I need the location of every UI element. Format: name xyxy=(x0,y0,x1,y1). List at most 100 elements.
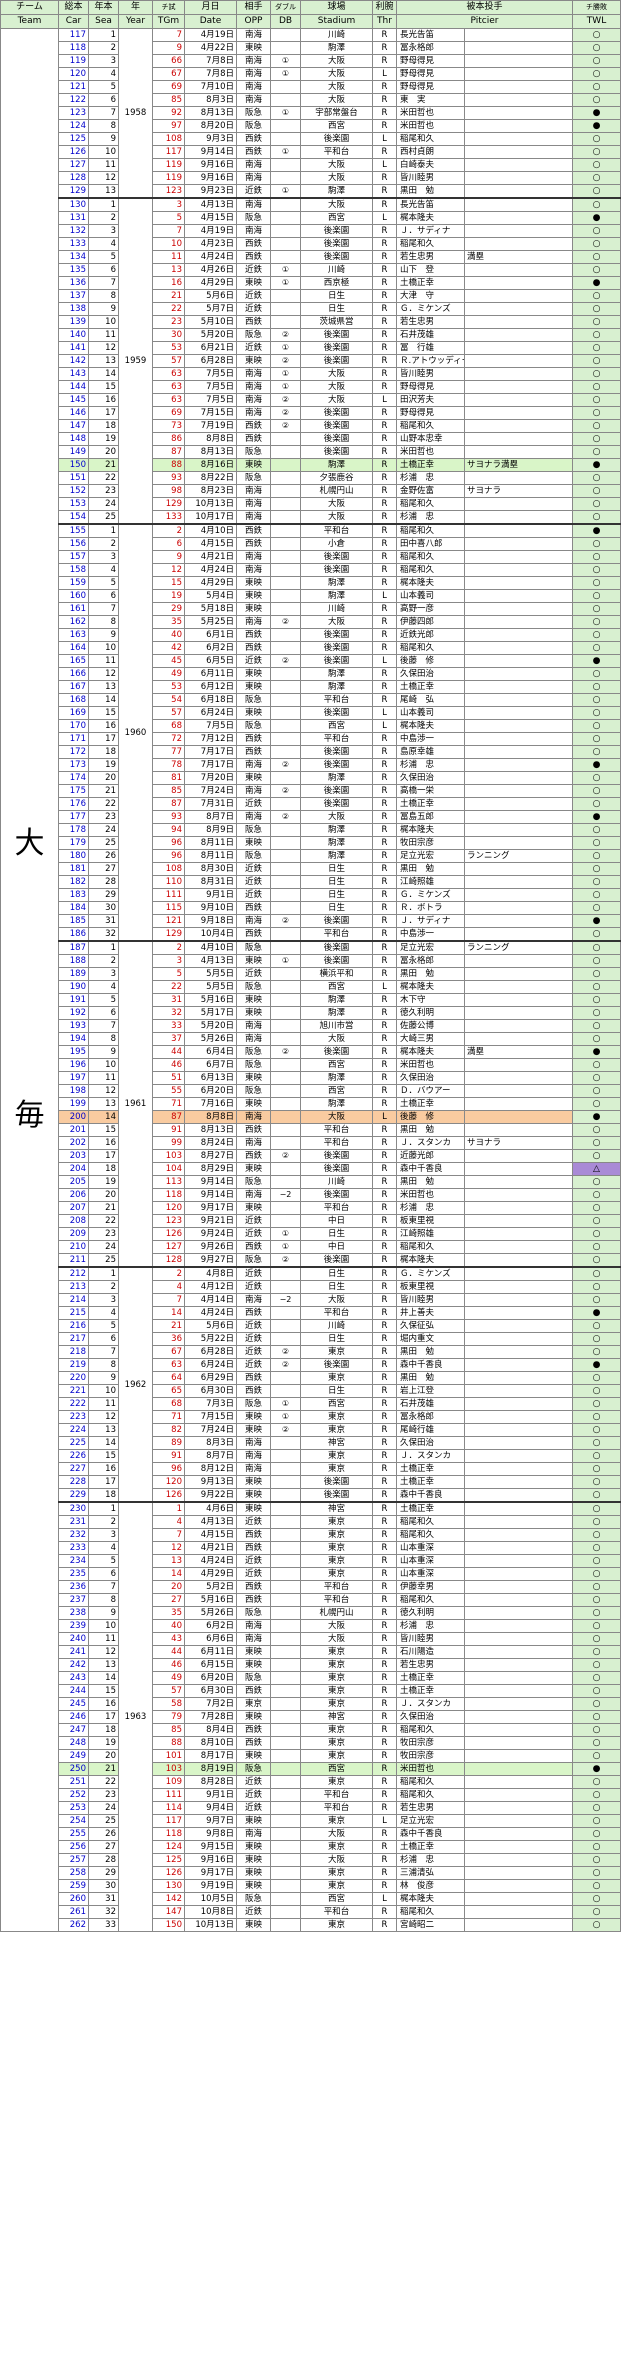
table-row: 230 1 1963 1 4月6日 東映 神宮 R 土橋正幸 ○ xyxy=(1,1501,622,1932)
pitcher-cell: 野母得見 xyxy=(396,54,465,68)
table-row: 159 5 15 4月29日 東映 駒澤 R 梶本隆夫 ○ xyxy=(1,576,622,590)
car-cell: 228 xyxy=(58,1475,89,1489)
twl-cell: ○ xyxy=(572,1397,622,1411)
twl-cell: ○ xyxy=(572,550,622,564)
table-row: 226 15 91 8月7日 南海 東京 R Ｊ．スタンカ ○ xyxy=(1,1449,622,1463)
tgm-cell: 49 xyxy=(152,1671,185,1685)
twl-cell: ○ xyxy=(572,1879,622,1893)
thr-cell: R xyxy=(372,745,397,759)
opp-cell: 西鉄 xyxy=(236,315,271,329)
sea-cell: 12 xyxy=(88,171,119,185)
date-cell: 5月16日 xyxy=(184,993,237,1007)
car-cell: 219 xyxy=(58,1358,89,1372)
sea-cell: 5 xyxy=(88,1554,119,1568)
db-cell xyxy=(270,458,301,472)
tgm-cell: 69 xyxy=(152,80,185,94)
pitcher-cell: 岩上江登 xyxy=(396,1384,465,1398)
opp-cell: 阪急 xyxy=(236,106,271,120)
pitcher-cell: 山野本忠幸 xyxy=(396,432,465,446)
car-cell: 137 xyxy=(58,289,89,303)
twl-cell: ○ xyxy=(572,1606,622,1620)
car-cell: 246 xyxy=(58,1710,89,1724)
pitcher-cell: Ｇ．ミケンズ xyxy=(396,1266,465,1281)
twl-cell: ○ xyxy=(572,1436,622,1450)
twl-cell: ○ xyxy=(572,510,622,525)
tgm-cell: 21 xyxy=(152,1319,185,1333)
table-row: 136 7 16 4月29日 東映 ① 西京極 R 土橋正幸 ● xyxy=(1,276,622,290)
stadium-cell: 東京 xyxy=(300,1541,373,1555)
date-cell: 9月23日 xyxy=(184,184,237,199)
table-row: 127 11 119 9月16日 南海 大阪 L 白崎泰夫 ○ xyxy=(1,158,622,172)
date-cell: 8月28日 xyxy=(184,1775,237,1789)
thr-cell: R xyxy=(372,784,397,798)
opp-cell: 南海 xyxy=(236,393,271,407)
note-cell xyxy=(463,1567,574,1581)
stadium-cell: 東京 xyxy=(300,1645,373,1659)
pitcher-cell: 黒田 勉 xyxy=(396,1345,465,1359)
car-cell: 217 xyxy=(58,1332,89,1346)
car-cell: 216 xyxy=(58,1319,89,1333)
twl-cell: ○ xyxy=(572,980,622,994)
thr-cell: R xyxy=(372,41,397,55)
car-cell: 223 xyxy=(58,1410,89,1424)
stadium-cell: 西宮 xyxy=(300,1058,373,1072)
sea-cell: 4 xyxy=(88,1306,119,1320)
stadium-cell: 大阪 xyxy=(300,1293,373,1307)
car-cell: 170 xyxy=(58,719,89,733)
twl-cell: ○ xyxy=(572,471,622,485)
sea-cell: 2 xyxy=(88,954,119,968)
date-cell: 9月16日 xyxy=(184,158,237,172)
table-row: 大毎 117 1 1958 7 4月19日 南海 川崎 R 長光告笛 ○ xyxy=(0,28,622,1932)
opp-cell: 近鉄 xyxy=(236,1775,271,1789)
car-cell: 260 xyxy=(58,1892,89,1906)
thr-cell: R xyxy=(372,1541,397,1555)
pitcher-cell: 山本重深 xyxy=(396,1554,465,1568)
stadium-cell: 神宮 xyxy=(300,1436,373,1450)
opp-cell: 西鉄 xyxy=(236,1306,271,1320)
note-cell xyxy=(463,197,574,212)
twl-cell: ○ xyxy=(572,1892,622,1906)
sea-cell: 13 xyxy=(88,354,119,368)
twl-cell: ○ xyxy=(572,1319,622,1333)
opp-cell: 南海 xyxy=(236,563,271,577)
tgm-cell: 87 xyxy=(152,797,185,811)
thr-cell: R xyxy=(372,1827,397,1841)
stadium-cell: 大阪 xyxy=(300,1032,373,1046)
stadium-cell: 東京 xyxy=(300,1814,373,1828)
twl-cell: ○ xyxy=(572,875,622,889)
table-row: 169 15 57 6月24日 東映 後楽園 L 山本義司 ○ xyxy=(1,706,622,720)
date-cell: 4月6日 xyxy=(184,1501,237,1516)
table-row: 256 27 124 9月15日 東映 東京 R 土橋正幸 ○ xyxy=(1,1840,622,1854)
opp-cell: 東京 xyxy=(236,1697,271,1711)
opp-cell: 近鉄 xyxy=(236,289,271,303)
car-cell: 159 xyxy=(58,576,89,590)
db-cell: ① xyxy=(270,184,301,199)
note-cell xyxy=(463,315,574,329)
date-cell: 7月2日 xyxy=(184,1697,237,1711)
thr-cell: R xyxy=(372,458,397,472)
db-cell xyxy=(270,875,301,889)
opp-cell: 東映 xyxy=(236,1645,271,1659)
pitcher-cell: 野母得見 xyxy=(396,67,465,81)
thr-cell: R xyxy=(372,523,397,538)
tgm-cell: 88 xyxy=(152,1736,185,1750)
stadium-cell: 札幌円山 xyxy=(300,484,373,498)
twl-cell: ○ xyxy=(572,1345,622,1359)
pitcher-cell: 稲尾和久 xyxy=(396,1905,465,1919)
thr-cell: R xyxy=(372,1593,397,1607)
car-cell: 186 xyxy=(58,927,89,942)
twl-cell: ○ xyxy=(572,197,622,212)
stadium-cell: 駒澤 xyxy=(300,836,373,850)
db-cell: ② xyxy=(270,1149,301,1163)
date-cell: 7月20日 xyxy=(184,771,237,785)
stadium-cell: 大阪 xyxy=(300,67,373,81)
car-cell: 168 xyxy=(58,693,89,707)
table-row: 187 1 1961 2 4月10日 阪急 後楽園 R 足立光宏 ランニング ○ xyxy=(1,940,622,1268)
note-cell: ランニング xyxy=(463,940,574,955)
tgm-cell: 68 xyxy=(152,1397,185,1411)
car-cell: 157 xyxy=(58,550,89,564)
opp-cell: 近鉄 xyxy=(236,1788,271,1802)
db-cell xyxy=(270,1488,301,1503)
date-cell: 4月29日 xyxy=(184,1567,237,1581)
table-row: 215 4 14 4月24日 西鉄 平和台 R 井上善夫 ● xyxy=(1,1306,622,1320)
